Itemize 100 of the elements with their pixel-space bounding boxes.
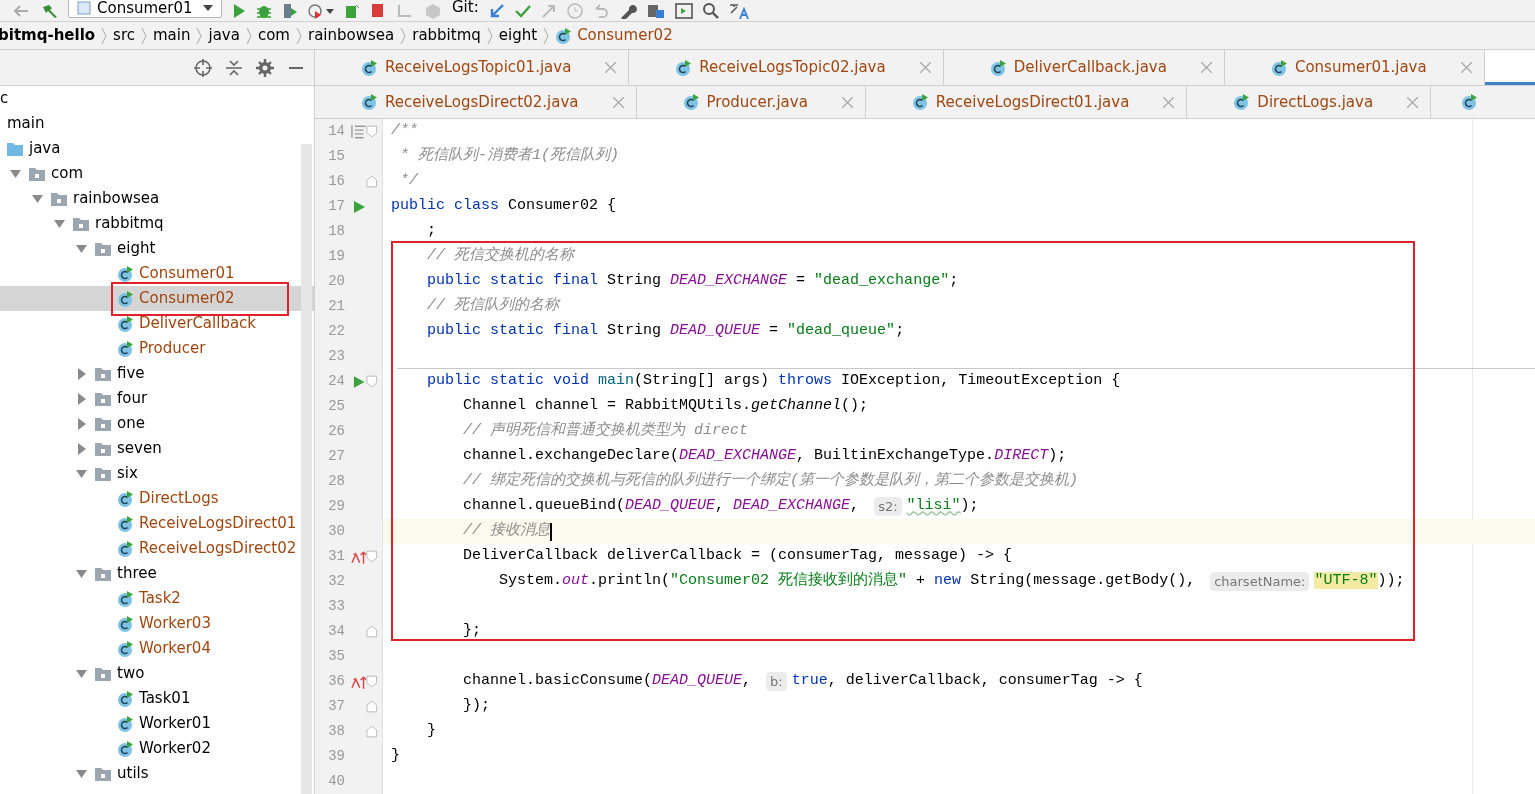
code-line: * 死信队列-消费者1(死信队列) (399, 145, 619, 167)
run-icon[interactable] (351, 198, 367, 215)
tree-item[interactable]: four (117, 387, 148, 410)
search-icon[interactable] (702, 2, 719, 19)
tree-item[interactable]: Worker02 (139, 737, 211, 760)
tree-item[interactable]: Worker04 (139, 637, 211, 660)
close-icon[interactable] (1460, 62, 1472, 73)
fold-marker-icon[interactable] (366, 725, 378, 738)
editor-tab[interactable]: DirectLogs.java (1187, 86, 1432, 118)
fold-marker-icon[interactable] (366, 675, 378, 688)
fold-marker-icon[interactable] (366, 175, 378, 188)
breadcrumb-item[interactable]: main (153, 24, 191, 47)
fold-marker-icon[interactable] (366, 625, 378, 638)
tree-item[interactable]: two (117, 662, 145, 685)
breadcrumb-item[interactable]: eight (498, 24, 538, 47)
tree-item[interactable]: Producer (139, 337, 206, 360)
editor-tab[interactable]: Consumer01.java (1224, 50, 1485, 85)
breadcrumb-item[interactable]: Consumer02 (577, 24, 673, 47)
tree-item[interactable]: Task2 (139, 587, 181, 610)
fold-marker-icon[interactable] (366, 550, 378, 563)
run-icon[interactable] (232, 3, 246, 18)
project-structure-icon[interactable] (646, 2, 665, 19)
editor-tab[interactable]: ReceiveLogsTopic01.java (315, 50, 630, 85)
chevron-icon (141, 26, 147, 45)
expanded-arrow-icon[interactable] (73, 242, 89, 255)
editor-tab[interactable]: Producer.java (636, 86, 866, 118)
tree-item[interactable]: com (51, 162, 84, 185)
tree-item[interactable]: DirectLogs (139, 487, 219, 510)
history-icon[interactable] (566, 2, 583, 19)
breadcrumb-item[interactable]: rainbowsea (307, 24, 395, 47)
breadcrumb-item[interactable]: bitmq-hello (0, 24, 96, 47)
run-configuration-dropdown[interactable]: Consumer01 (68, 0, 222, 18)
class-icon (555, 27, 572, 44)
lambda-icon[interactable] (351, 548, 367, 565)
expanded-arrow-icon[interactable] (73, 767, 89, 780)
close-icon[interactable] (605, 62, 617, 73)
expanded-arrow-icon[interactable] (73, 467, 89, 480)
tree-item[interactable]: Consumer01 (139, 262, 235, 285)
close-icon[interactable] (1407, 96, 1419, 108)
tree-item[interactable]: one (117, 412, 145, 435)
close-icon[interactable] (841, 96, 853, 108)
settings-icon[interactable] (256, 58, 274, 77)
push-icon[interactable] (540, 2, 557, 19)
editor-tab[interactable]: DeliverCallback.java (943, 50, 1225, 85)
breadcrumb-item[interactable]: rabbitmq (412, 24, 481, 47)
class-icon (911, 94, 928, 110)
breadcrumb-item[interactable]: com (257, 24, 290, 47)
expanded-arrow-icon[interactable] (73, 667, 89, 680)
editor-tab[interactable] (1484, 50, 1535, 85)
class-icon (117, 490, 133, 507)
tree-item[interactable]: java (29, 137, 61, 160)
tree-item[interactable]: ReceiveLogsDirect01 (139, 512, 297, 535)
expanded-arrow-icon[interactable] (51, 217, 67, 230)
coverage-icon[interactable] (282, 2, 298, 19)
tree-item[interactable]: six (117, 462, 138, 485)
close-icon[interactable] (919, 62, 931, 73)
collapse-all-icon[interactable] (226, 59, 242, 76)
update-icon[interactable] (488, 2, 505, 19)
tree-item[interactable]: Worker03 (139, 612, 211, 635)
back-icon[interactable] (12, 3, 30, 18)
hammer-icon[interactable] (40, 3, 58, 18)
tree-item[interactable]: seven (117, 437, 162, 460)
close-icon[interactable] (1163, 96, 1175, 108)
lambda-icon[interactable] (351, 673, 367, 690)
expanded-arrow-icon[interactable] (7, 167, 23, 180)
class-icon (361, 94, 377, 110)
stop-icon[interactable] (370, 2, 386, 19)
tree-item[interactable]: Worker01 (139, 712, 211, 735)
tree-item[interactable]: ReceiveLogsDirect02 (139, 537, 297, 560)
fold-marker-icon[interactable] (366, 700, 378, 713)
profiler-icon[interactable] (308, 2, 334, 19)
tree-item[interactable]: main (7, 112, 45, 135)
tree-item[interactable]: five (117, 362, 145, 385)
package-icon (95, 365, 111, 382)
tree-item[interactable]: three (117, 562, 157, 585)
tree-item[interactable]: eight (117, 237, 156, 260)
editor-tab[interactable]: ReceiveLogsDirect02.java (315, 86, 637, 118)
translate-icon[interactable] (728, 2, 751, 19)
editor-tab[interactable]: ReceiveLogsTopic02.java (629, 50, 944, 85)
tree-item[interactable]: rainbowsea (73, 187, 160, 210)
breadcrumb-item[interactable]: src (113, 24, 135, 47)
tree-item[interactable]: utils (117, 762, 149, 785)
tree-item[interactable]: rabbitmq (95, 212, 164, 235)
scrollbar[interactable] (301, 144, 312, 794)
tree-item[interactable]: Task01 (139, 687, 191, 710)
breadcrumb-item[interactable]: java (208, 24, 240, 47)
fold-marker-icon[interactable] (366, 375, 378, 388)
tree-item[interactable]: c (0, 87, 9, 110)
close-icon[interactable] (1200, 62, 1212, 73)
editor-tab[interactable]: ReceiveLogsDirect01.java (865, 86, 1188, 118)
close-icon[interactable] (612, 96, 624, 108)
fold-marker-icon[interactable] (366, 125, 378, 138)
expanded-arrow-icon[interactable] (29, 192, 45, 205)
locate-icon[interactable] (194, 58, 212, 77)
terminal-icon[interactable] (674, 2, 693, 19)
expanded-arrow-icon[interactable] (73, 567, 89, 580)
line-number: 34 (327, 622, 346, 641)
doc-comment-icon[interactable] (351, 123, 367, 140)
build-icon[interactable] (344, 2, 360, 19)
tree-item[interactable]: DeliverCallback (139, 312, 257, 335)
